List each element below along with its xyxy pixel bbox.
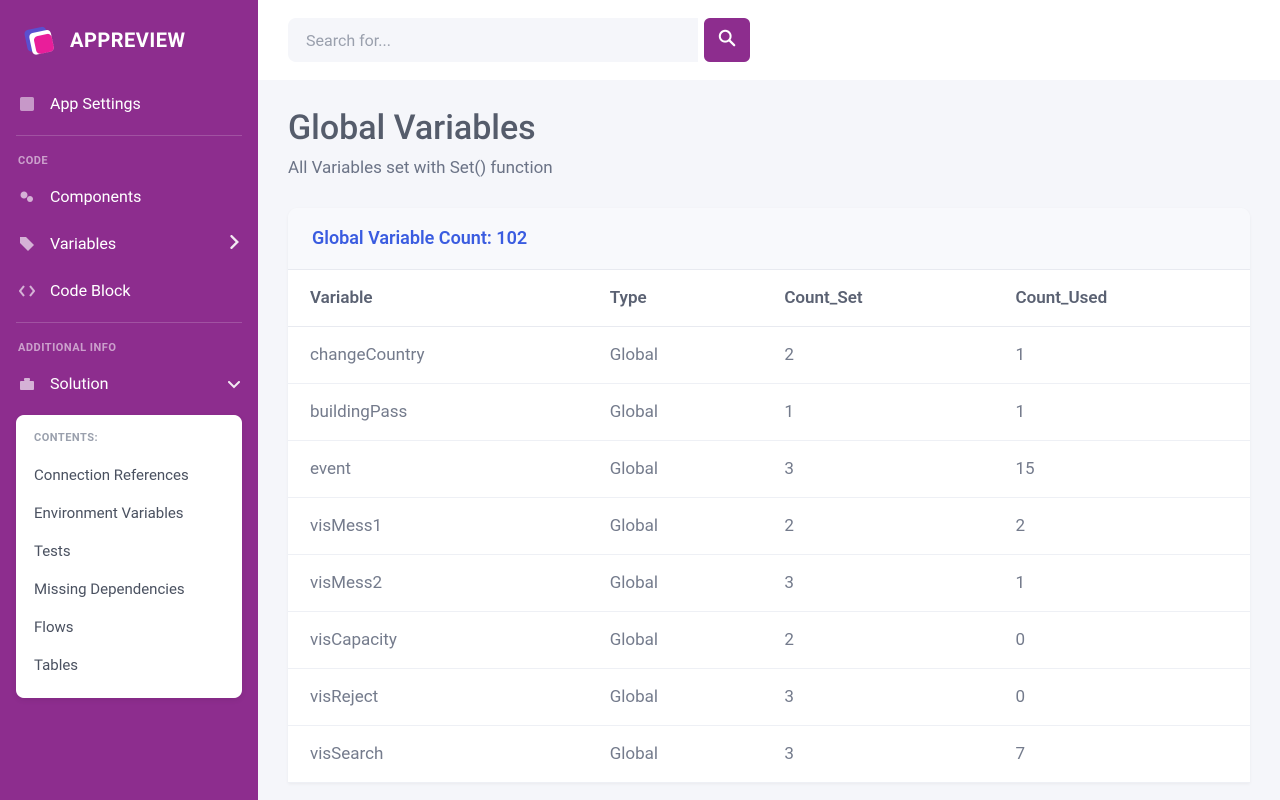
cell-count_set: 3 xyxy=(762,441,993,498)
card-header: Global Variable Count: 102 xyxy=(288,208,1250,270)
sidebar-item-solution[interactable]: Solution xyxy=(0,360,258,407)
divider xyxy=(16,322,242,323)
cell-count_used: 0 xyxy=(994,669,1251,726)
col-type: Type xyxy=(588,270,763,327)
submenu-item-environment-variables[interactable]: Environment Variables xyxy=(34,494,224,532)
sidebar-item-label: Code Block xyxy=(50,281,130,300)
col-count-set: Count_Set xyxy=(762,270,993,327)
cell-count_set: 3 xyxy=(762,726,993,783)
cell-count_set: 3 xyxy=(762,555,993,612)
sidebar-section-additional: ADDITIONAL INFO xyxy=(0,331,258,360)
cell-type: Global xyxy=(588,726,763,783)
submenu-item-flows[interactable]: Flows xyxy=(34,608,224,646)
table-row[interactable]: visMess1Global22 xyxy=(288,498,1250,555)
page-title: Global Variables xyxy=(288,108,1250,148)
submenu-heading: CONTENTS: xyxy=(34,431,224,444)
cell-count_used: 1 xyxy=(994,555,1251,612)
table-row[interactable]: visRejectGlobal30 xyxy=(288,669,1250,726)
search-input[interactable] xyxy=(288,18,698,62)
table-row[interactable]: visCapacityGlobal20 xyxy=(288,612,1250,669)
sidebar-item-components[interactable]: Components xyxy=(0,173,258,220)
col-variable: Variable xyxy=(288,270,588,327)
submenu-item-missing-dependencies[interactable]: Missing Dependencies xyxy=(34,570,224,608)
sidebar-item-app-settings[interactable]: App Settings xyxy=(0,80,258,127)
cell-count_used: 1 xyxy=(994,327,1251,384)
cell-type: Global xyxy=(588,327,763,384)
cell-type: Global xyxy=(588,498,763,555)
submenu-item-tables[interactable]: Tables xyxy=(34,646,224,684)
cell-variable: visSearch xyxy=(288,726,588,783)
search-wrap xyxy=(288,18,1250,62)
sidebar-item-label: Solution xyxy=(50,374,108,393)
cell-variable: event xyxy=(288,441,588,498)
content-area: Global Variables All Variables set with … xyxy=(258,80,1280,800)
cell-type: Global xyxy=(588,612,763,669)
cell-count_used: 15 xyxy=(994,441,1251,498)
sidebar-item-variables[interactable]: Variables xyxy=(0,220,258,267)
table-row[interactable]: buildingPassGlobal11 xyxy=(288,384,1250,441)
submenu-item-tests[interactable]: Tests xyxy=(34,532,224,570)
cell-count_set: 2 xyxy=(762,327,993,384)
tag-icon xyxy=(18,235,36,253)
submenu-item-connection-references[interactable]: Connection References xyxy=(34,456,224,494)
cell-count_set: 2 xyxy=(762,498,993,555)
logo-icon xyxy=(20,22,56,58)
gears-icon xyxy=(18,188,36,206)
cell-type: Global xyxy=(588,555,763,612)
cell-type: Global xyxy=(588,384,763,441)
cell-variable: visCapacity xyxy=(288,612,588,669)
cell-count_used: 2 xyxy=(994,498,1251,555)
cell-count_used: 7 xyxy=(994,726,1251,783)
search-icon xyxy=(718,29,736,51)
chevron-down-icon xyxy=(228,374,240,393)
search-button[interactable] xyxy=(704,18,750,62)
sidebar-item-label: App Settings xyxy=(50,94,141,113)
cell-count_set: 2 xyxy=(762,612,993,669)
col-count-used: Count_Used xyxy=(994,270,1251,327)
cell-variable: buildingPass xyxy=(288,384,588,441)
main-content: Global Variables All Variables set with … xyxy=(258,0,1280,800)
variables-table: Variable Type Count_Set Count_Used chang… xyxy=(288,270,1250,783)
chevron-right-icon xyxy=(230,234,240,253)
cell-count_used: 0 xyxy=(994,612,1251,669)
table-row[interactable]: changeCountryGlobal21 xyxy=(288,327,1250,384)
cell-variable: visMess2 xyxy=(288,555,588,612)
brand-name: APPREVIEW xyxy=(70,28,185,52)
table-header-row: Variable Type Count_Set Count_Used xyxy=(288,270,1250,327)
cell-type: Global xyxy=(588,669,763,726)
cell-type: Global xyxy=(588,441,763,498)
sidebar-item-code-block[interactable]: Code Block xyxy=(0,267,258,314)
code-icon xyxy=(18,282,36,300)
variables-card: Global Variable Count: 102 Variable Type… xyxy=(288,208,1250,783)
solution-submenu: CONTENTS: Connection References Environm… xyxy=(16,415,242,698)
variable-count-label: Global Variable Count: 102 xyxy=(312,228,1226,249)
page-subtitle: All Variables set with Set() function xyxy=(288,158,1250,178)
cell-variable: visMess1 xyxy=(288,498,588,555)
table-row[interactable]: visMess2Global31 xyxy=(288,555,1250,612)
sidebar: APPREVIEW App Settings CODE Components V… xyxy=(0,0,258,800)
cell-count_set: 3 xyxy=(762,669,993,726)
brand-logo: APPREVIEW xyxy=(0,0,258,80)
settings-square-icon xyxy=(18,95,36,113)
sidebar-item-label: Variables xyxy=(50,234,116,253)
cell-count_set: 1 xyxy=(762,384,993,441)
topbar xyxy=(258,0,1280,80)
cell-count_used: 1 xyxy=(994,384,1251,441)
briefcase-icon xyxy=(18,375,36,393)
sidebar-section-code: CODE xyxy=(0,144,258,173)
table-row[interactable]: visSearchGlobal37 xyxy=(288,726,1250,783)
sidebar-item-label: Components xyxy=(50,187,141,206)
divider xyxy=(16,135,242,136)
cell-variable: visReject xyxy=(288,669,588,726)
cell-variable: changeCountry xyxy=(288,327,588,384)
table-row[interactable]: eventGlobal315 xyxy=(288,441,1250,498)
